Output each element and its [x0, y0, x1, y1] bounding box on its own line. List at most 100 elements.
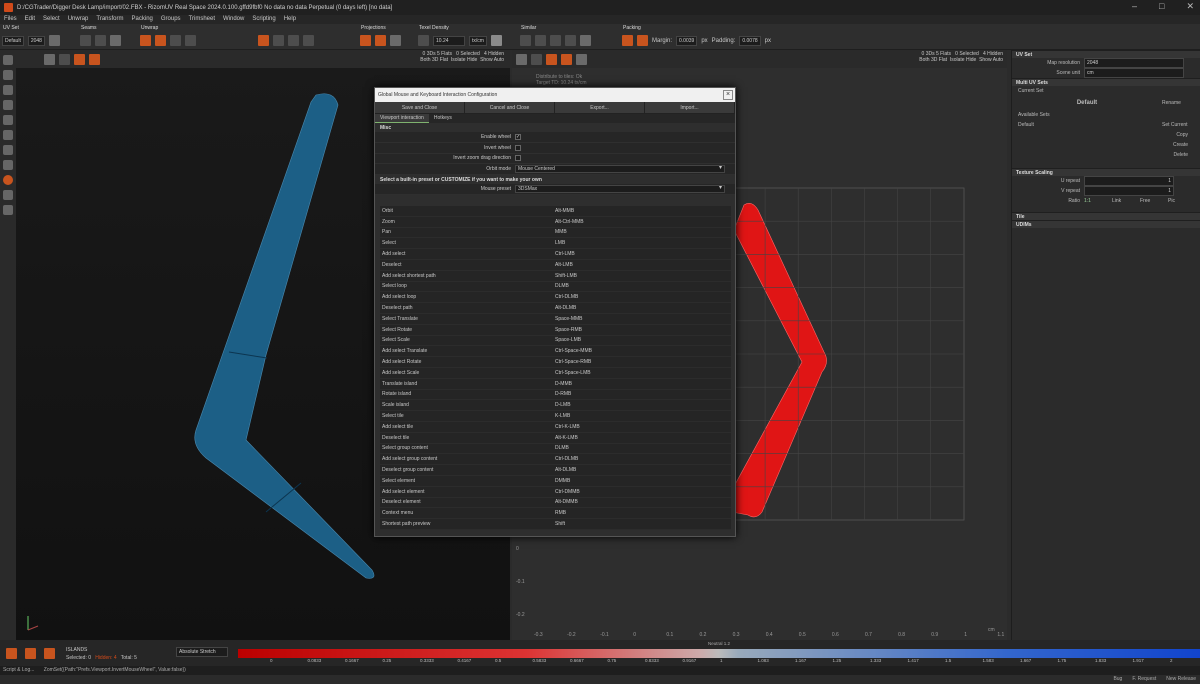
create-button[interactable]: Create — [1012, 140, 1200, 150]
binding-shortcut[interactable]: Ctrl-DLMB — [555, 456, 578, 462]
close-icon[interactable]: ✕ — [1186, 1, 1194, 12]
scale-x2-icon[interactable] — [3, 115, 13, 125]
binding-row[interactable]: Add select shortest path Shift-LMB — [380, 271, 731, 282]
binding-shortcut[interactable]: MMB — [555, 229, 567, 235]
binding-shortcut[interactable]: Alt-K-LMB — [555, 435, 578, 441]
new-release-link[interactable]: New Release — [1166, 675, 1196, 684]
binding-shortcut[interactable]: Shift-LMB — [555, 273, 577, 279]
scene-unit-select[interactable]: cm — [1084, 68, 1184, 78]
binding-row[interactable]: Deselect element Alt-DMMB — [380, 498, 731, 509]
flip-icon[interactable] — [303, 35, 314, 46]
sliders-icon[interactable] — [390, 35, 401, 46]
cancel-and-close-button[interactable]: Cancel and Close — [465, 102, 555, 113]
menu-select[interactable]: Select — [39, 15, 64, 24]
menu-transform[interactable]: Transform — [92, 15, 127, 24]
sliders-icon[interactable] — [48, 35, 60, 46]
binding-row[interactable]: Select loop DLMB — [380, 282, 731, 293]
invert-zoom-checkbox[interactable] — [515, 155, 521, 162]
menu-edit[interactable]: Edit — [21, 15, 39, 24]
binding-row[interactable]: Deselect path Alt-DLMB — [380, 303, 731, 314]
bug-link[interactable]: Bug — [1113, 675, 1122, 684]
binding-row[interactable]: Select Scale Space-LMB — [380, 336, 731, 347]
vrepeat-input[interactable]: 1 — [1084, 186, 1174, 196]
fit-icon[interactable] — [637, 35, 648, 46]
menu-groups[interactable]: Groups — [157, 15, 185, 24]
menu-window[interactable]: Window — [219, 15, 248, 24]
cut-icon[interactable] — [80, 35, 91, 46]
weld-icon[interactable] — [95, 35, 106, 46]
lasso-icon[interactable] — [3, 70, 13, 80]
available-set-item[interactable]: Default — [1012, 122, 1162, 128]
binding-row[interactable]: Context menu RMB — [380, 508, 731, 520]
ratio-value[interactable]: 1:1 — [1084, 198, 1112, 204]
binding-shortcut[interactable]: Alt-DLMB — [555, 467, 576, 473]
urepeat-input[interactable]: 1 — [1084, 176, 1174, 186]
close-icon[interactable]: × — [723, 90, 733, 100]
tab-hotkeys[interactable]: Hotkeys — [429, 114, 457, 123]
binding-shortcut[interactable]: K-LMB — [555, 413, 570, 419]
maximize-icon[interactable]: □ — [1159, 1, 1164, 12]
binding-shortcut[interactable]: Alt-MMB — [555, 208, 574, 214]
box-projection-icon[interactable] — [375, 35, 386, 46]
free-button[interactable]: Free — [1140, 198, 1168, 204]
eyedropper-icon[interactable] — [418, 35, 429, 46]
binding-shortcut[interactable]: D-RMB — [555, 391, 571, 397]
import-button[interactable]: Import... — [645, 102, 735, 113]
paint-icon[interactable] — [3, 85, 13, 95]
binding-shortcut[interactable]: D-LMB — [555, 402, 571, 408]
mouse-preset-select[interactable]: 3DSMax — [515, 185, 725, 194]
mirror-icon[interactable] — [3, 190, 13, 200]
stretch-mode-select[interactable]: Absolute Stretch — [176, 647, 228, 657]
binding-row[interactable]: Rotate island D-RMB — [380, 390, 731, 401]
texture-scaling-section[interactable]: Texture Scaling — [1012, 168, 1200, 176]
binding-shortcut[interactable]: Alt-Ctrl-MMB — [555, 219, 584, 225]
island-mode-icon[interactable] — [3, 175, 13, 185]
binding-row[interactable]: Orbit Alt-MMB — [380, 206, 731, 217]
menu-help[interactable]: Help — [280, 15, 300, 24]
export-button[interactable]: Export... — [555, 102, 645, 113]
binding-row[interactable]: Select group content DLMB — [380, 444, 731, 455]
delete-button[interactable]: Delete — [1012, 150, 1200, 160]
pack-icon[interactable] — [622, 35, 633, 46]
binding-shortcut[interactable]: Ctrl-LMB — [555, 251, 575, 257]
multi-uvsets-section[interactable]: Multi UV Sets — [1012, 78, 1200, 86]
binding-row[interactable]: Deselect tile Alt-K-LMB — [380, 433, 731, 444]
save-and-close-button[interactable]: Save and Close — [375, 102, 465, 113]
binding-shortcut[interactable]: Ctrl-DMMB — [555, 489, 580, 495]
polygon-mode-icon[interactable] — [3, 160, 13, 170]
sliders-icon[interactable] — [580, 35, 591, 46]
edge-mode-icon[interactable] — [3, 145, 13, 155]
binding-shortcut[interactable]: Space-RMB — [555, 327, 582, 333]
menu-trimsheet[interactable]: Trimsheet — [185, 15, 219, 24]
texel-unit-select[interactable]: tx/cm — [469, 35, 487, 46]
feature-request-link[interactable]: F. Request — [1132, 675, 1156, 684]
binding-row[interactable]: Select Translate Space-MMB — [380, 314, 731, 325]
menu-packing[interactable]: Packing — [128, 15, 157, 24]
projection-icon[interactable] — [360, 35, 371, 46]
padding-input[interactable]: 0.0078 — [739, 35, 761, 46]
island-x-icon[interactable] — [44, 648, 55, 659]
binding-row[interactable]: Add select Ctrl-LMB — [380, 249, 731, 260]
enable-wheel-checkbox[interactable]: ✓ — [515, 133, 521, 140]
set-current-button[interactable]: Set Current — [1162, 122, 1188, 128]
minimize-icon[interactable]: – — [1132, 1, 1137, 12]
binding-shortcut[interactable]: DLMB — [555, 283, 569, 289]
island-stop-icon[interactable] — [6, 648, 17, 659]
copy-button[interactable]: Copy — [1012, 130, 1200, 140]
sliders-icon[interactable] — [110, 35, 121, 46]
uvset-section[interactable]: UV Set — [1012, 50, 1200, 58]
select-similar-icon[interactable] — [520, 35, 531, 46]
binding-shortcut[interactable]: Ctrl-Space-RMB — [555, 359, 591, 365]
uvset-select[interactable]: Default — [2, 35, 24, 46]
apply-density-icon[interactable] — [490, 35, 502, 46]
binding-shortcut[interactable]: Ctrl-DLMB — [555, 294, 578, 300]
menu-files[interactable]: Files — [0, 15, 21, 24]
binding-row[interactable]: Translate island D-MMB — [380, 379, 731, 390]
island-3d[interactable] — [194, 93, 375, 579]
binding-shortcut[interactable]: Alt-DMMB — [555, 499, 578, 505]
binding-shortcut[interactable]: DMMB — [555, 478, 570, 484]
binding-row[interactable]: Shortest path preview Shift — [380, 519, 731, 530]
binding-row[interactable]: Add select Rotate Ctrl-Space-RMB — [380, 357, 731, 368]
symmetry-icon[interactable] — [3, 205, 13, 215]
unstack-icon[interactable] — [550, 35, 561, 46]
